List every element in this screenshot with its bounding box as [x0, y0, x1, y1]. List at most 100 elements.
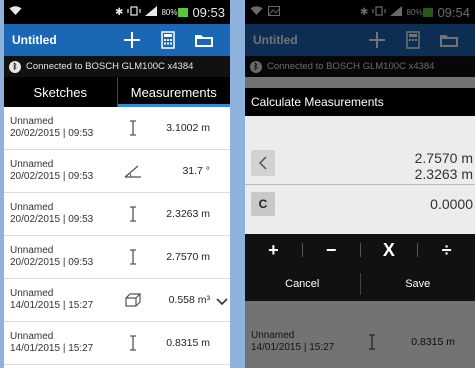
item-datetime: 14/01/2015 | 15:27: [251, 341, 335, 353]
battery-indicator: 80%: [406, 7, 434, 17]
vibrate-icon: [127, 5, 142, 19]
bluetooth-icon: ᛒ: [250, 60, 262, 73]
action-bar: Untitled: [245, 24, 475, 56]
backspace-button[interactable]: [251, 150, 275, 176]
measurement-list: Unnamed 20/02/2015 | 09:53 3.1002 m Unnam…: [4, 107, 230, 365]
item-name: Unnamed: [10, 116, 54, 127]
item-value: 0.558 m³: [168, 294, 210, 306]
item-value: 31.7 °: [182, 165, 210, 177]
battery-icon: [423, 7, 434, 17]
save-button[interactable]: Save: [361, 278, 475, 290]
dialog-buttons: Cancel Save: [245, 266, 475, 301]
chevron-down-icon[interactable]: [216, 293, 228, 311]
item-name: Unnamed: [10, 288, 54, 299]
divide-button[interactable]: ÷: [418, 240, 475, 261]
connection-status-bar: ᛒ Connected to BOSCH GLM100C x4384: [4, 56, 230, 77]
vibrate-icon: [372, 5, 387, 19]
battery-indicator: 80%: [161, 7, 189, 17]
tab-bar: Sketches Measurements: [4, 77, 230, 107]
tab-sketches[interactable]: Sketches: [4, 77, 117, 107]
connection-status-bar: ᛒ Connected to BOSCH GLM100C x4384: [245, 56, 475, 77]
item-datetime: 20/02/2015 | 09:53: [10, 128, 94, 139]
display-divider: [245, 184, 475, 185]
phone-screen-measurements: ✱ 80% 09:53 Untitled ᛒ Connected to BOSC…: [4, 0, 230, 368]
clear-button[interactable]: C: [251, 192, 275, 216]
result-value: 0.0000: [430, 196, 473, 212]
document-title: Untitled: [253, 33, 298, 47]
list-item: Unnamed 14/01/2015 | 15:27 0.8315 m: [245, 320, 475, 363]
plus-icon: [124, 32, 140, 48]
chevron-left-icon: [258, 156, 267, 170]
battery-icon: [178, 7, 189, 17]
length-icon: [122, 248, 144, 266]
item-name: Unnamed: [251, 329, 295, 341]
signal-icon: [390, 5, 403, 19]
connection-text: Connected to BOSCH GLM100C x4384: [267, 61, 435, 72]
item-value: 0.8315 m: [411, 335, 455, 348]
status-bar: ✱ 80% 09:54: [245, 0, 475, 24]
item-value: 2.3263 m: [166, 208, 210, 220]
plus-button[interactable]: +: [245, 240, 302, 261]
status-time: 09:54: [437, 4, 470, 20]
calculator-button[interactable]: [395, 24, 431, 56]
length-icon: [122, 205, 144, 223]
folder-icon: [195, 35, 213, 47]
open-folder-button[interactable]: [431, 24, 467, 56]
item-datetime: 14/01/2015 | 15:27: [10, 343, 94, 354]
angle-icon: [122, 162, 144, 180]
bluetooth-status-icon: ✱: [115, 6, 124, 18]
item-datetime: 20/02/2015 | 09:53: [10, 171, 94, 182]
calculator-icon: [406, 31, 420, 49]
item-name: Unnamed: [10, 331, 54, 342]
plus-icon: [369, 32, 385, 48]
list-item[interactable]: Unnamed 14/01/2015 | 15:27 0.558 m³: [4, 279, 230, 322]
list-item[interactable]: Unnamed 20/02/2015 | 09:53 2.7570 m: [4, 236, 230, 279]
operator-bar: + − X ÷: [245, 234, 475, 266]
volume-icon: [122, 291, 144, 309]
connection-text: Connected to BOSCH GLM100C x4384: [26, 61, 194, 72]
status-time: 09:53: [192, 4, 225, 20]
battery-percent: 80%: [406, 7, 423, 17]
cancel-button[interactable]: Cancel: [245, 278, 360, 290]
status-bar: ✱ 80% 09:53: [4, 0, 230, 24]
wifi-icon: [250, 5, 263, 19]
bluetooth-icon: ᛒ: [9, 60, 21, 73]
add-button[interactable]: [359, 24, 395, 56]
dialog-title: Calculate Measurements: [245, 88, 475, 116]
item-datetime: 20/02/2015 | 09:53: [10, 214, 94, 225]
calculator-button[interactable]: [150, 24, 186, 56]
battery-percent: 80%: [161, 7, 178, 17]
calculator-icon: [161, 31, 175, 49]
operand-1: 2.7570 m: [414, 150, 473, 166]
minus-button[interactable]: −: [303, 240, 360, 261]
item-name: Unnamed: [10, 202, 54, 213]
length-icon: [361, 333, 383, 350]
action-bar: Untitled: [4, 24, 230, 56]
item-value: 0.8315 m: [166, 337, 210, 349]
folder-icon: [440, 35, 458, 47]
list-item[interactable]: Unnamed 14/01/2015 | 15:27 0.8315 m: [4, 322, 230, 365]
list-item[interactable]: Unnamed 20/02/2015 | 09:53 3.1002 m: [4, 107, 230, 150]
add-button[interactable]: [114, 24, 150, 56]
length-icon: [122, 334, 144, 352]
multiply-button[interactable]: X: [361, 240, 418, 261]
dialog-body: 2.7570 m 2.3263 m C 0.0000 + − X ÷ Cance…: [245, 116, 475, 301]
signal-icon: [145, 5, 158, 19]
item-datetime: 20/02/2015 | 09:53: [10, 257, 94, 268]
list-item[interactable]: Unnamed 20/02/2015 | 09:53 2.3263 m: [4, 193, 230, 236]
phone-screen-calculator: ✱ 80% 09:54 Untitled ᛒ Connected to BOSC…: [245, 0, 475, 368]
image-notification-icon: [268, 5, 280, 19]
item-datetime: 14/01/2015 | 15:27: [10, 300, 94, 311]
length-icon: [122, 119, 144, 137]
item-value: 2.7570 m: [166, 251, 210, 263]
bluetooth-status-icon: ✱: [360, 6, 369, 18]
item-name: Unnamed: [10, 159, 54, 170]
wifi-icon: [9, 5, 22, 19]
operand-2: 2.3263 m: [414, 166, 473, 182]
list-item[interactable]: Unnamed 20/02/2015 | 09:53 31.7 °: [4, 150, 230, 193]
calculate-dialog: Calculate Measurements 2.7570 m 2.3263 m…: [245, 88, 475, 301]
open-folder-button[interactable]: [186, 24, 222, 56]
tab-measurements[interactable]: Measurements: [116, 77, 231, 107]
item-name: Unnamed: [10, 245, 54, 256]
item-value: 3.1002 m: [166, 122, 210, 134]
